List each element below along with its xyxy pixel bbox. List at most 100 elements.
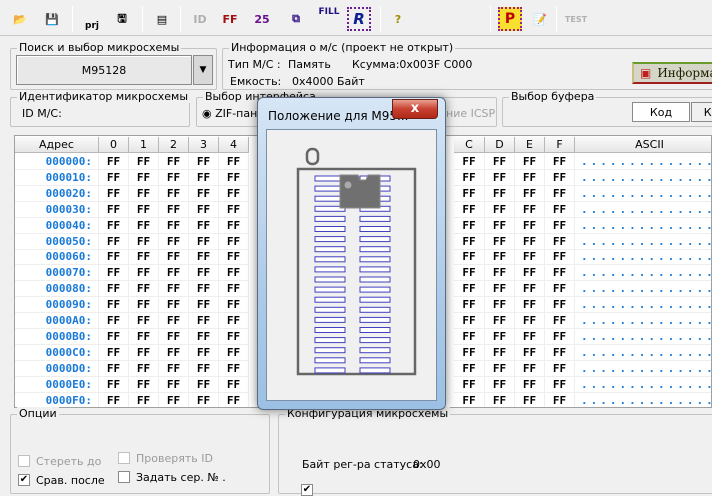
hex-cell[interactable]: FF [515, 154, 545, 170]
ascii-cell[interactable]: ................ [575, 377, 711, 393]
hex-cell[interactable]: FF [545, 233, 575, 250]
hex-cell[interactable]: FF [515, 328, 545, 345]
hex-cell[interactable]: FF [189, 265, 219, 282]
hex-cell[interactable]: FF [219, 169, 249, 186]
address-cell[interactable]: 0000C0: [15, 344, 99, 361]
hex-cell[interactable]: FF [159, 360, 189, 377]
hex-cell[interactable]: FF [129, 297, 159, 314]
hex-cell[interactable]: FF [454, 154, 485, 170]
ascii-cell[interactable]: ................ [575, 170, 711, 186]
hex-cell[interactable]: FF [545, 392, 575, 407]
hex-cell[interactable]: FF [189, 154, 219, 170]
zif-radio[interactable]: ◉ ZIF-пан [202, 107, 257, 120]
save-icon[interactable]: 💾 [40, 7, 64, 31]
ascii-cell[interactable]: ................ [575, 186, 711, 202]
hex-cell[interactable]: FF [485, 344, 515, 361]
ascii-cell[interactable]: ................ [575, 249, 711, 266]
hex-cell[interactable]: FF [545, 313, 575, 329]
address-cell[interactable]: 000070: [15, 265, 99, 282]
hex-cell[interactable]: FF [129, 233, 159, 250]
hex-cell[interactable]: FF [545, 328, 575, 345]
hex-cell[interactable]: FF [99, 233, 129, 250]
ascii-cell[interactable]: ................ [575, 361, 711, 377]
hex-cell[interactable]: FF [219, 344, 249, 361]
hex-cell[interactable]: FF [454, 217, 485, 234]
hex-cell[interactable]: FF [189, 313, 219, 329]
serial-checkbox[interactable] [118, 471, 130, 483]
config-checkbox[interactable]: ✔ [301, 484, 313, 496]
address-cell[interactable]: 000090: [15, 297, 99, 314]
address-cell[interactable]: 0000A0: [15, 313, 99, 329]
hex-cell[interactable]: FF [454, 281, 485, 298]
hex-cell[interactable]: FF [515, 313, 545, 329]
hex-cell[interactable]: FF [485, 297, 515, 314]
ascii-cell[interactable]: ................ [575, 313, 711, 329]
hex-cell[interactable]: FF [159, 297, 189, 314]
hex-cell[interactable]: FF [545, 185, 575, 202]
hex-cell[interactable]: FF [545, 265, 575, 282]
hex-cell[interactable]: FF [545, 217, 575, 234]
address-cell[interactable]: 000030: [15, 201, 99, 218]
hex-cell[interactable]: FF [129, 201, 159, 218]
address-cell[interactable]: 000040: [15, 217, 99, 234]
hex-cell[interactable]: FF [454, 297, 485, 314]
hex-cell[interactable]: FF [515, 392, 545, 407]
hex-cell[interactable]: FF [545, 154, 575, 170]
address-cell[interactable]: 0000F0: [15, 392, 99, 407]
save-project-icon[interactable]: 🖫 [110, 7, 134, 31]
hex-cell[interactable]: FF [189, 328, 219, 345]
hex-cell[interactable]: FF [219, 233, 249, 250]
hex-cell[interactable]: FF [129, 249, 159, 266]
hex-cell[interactable]: FF [219, 281, 249, 298]
hex-cell[interactable]: FF [485, 328, 515, 345]
hex-cell[interactable]: FF [485, 185, 515, 202]
hex-cell[interactable]: FF [159, 376, 189, 393]
hex-cell[interactable]: FF [189, 233, 219, 250]
hex-cell[interactable]: FF [485, 376, 515, 393]
hex-cell[interactable]: FF [159, 169, 189, 186]
hex-cell[interactable]: FF [545, 360, 575, 377]
info-button[interactable]: ▣ Информа [632, 62, 712, 84]
hex-cell[interactable]: FF [189, 281, 219, 298]
hex-cell[interactable]: FF [454, 392, 485, 407]
help-icon[interactable]: ? [386, 7, 410, 31]
hex-cell[interactable]: FF [515, 265, 545, 282]
hex-cell[interactable]: FF [545, 344, 575, 361]
hex-cell[interactable]: FF [99, 185, 129, 202]
hex-cell[interactable]: FF [99, 265, 129, 282]
hex-cell[interactable]: FF [129, 265, 159, 282]
address-cell[interactable]: 0000B0: [15, 328, 99, 345]
hex-cell[interactable]: FF [99, 169, 129, 186]
hex-cell[interactable]: FF [545, 169, 575, 186]
ascii-cell[interactable]: ................ [575, 154, 711, 170]
hex-cell[interactable]: FF [515, 249, 545, 266]
hex-cell[interactable]: FF [219, 217, 249, 234]
hex-cell[interactable]: FF [189, 185, 219, 202]
hex-cell[interactable]: FF [219, 376, 249, 393]
hex-cell[interactable]: FF [454, 249, 485, 266]
address-cell[interactable]: 0000E0: [15, 376, 99, 393]
hex-cell[interactable]: FF [485, 249, 515, 266]
address-cell[interactable]: 000010: [15, 169, 99, 186]
hex-cell[interactable]: FF [545, 281, 575, 298]
fill-icon[interactable]: FILL [315, 7, 343, 31]
hex-cell[interactable]: FF [189, 201, 219, 218]
hex-cell[interactable]: FF [189, 169, 219, 186]
hex-cell[interactable]: FF [545, 297, 575, 314]
hex-cell[interactable]: FF [159, 328, 189, 345]
read-icon[interactable]: R [347, 7, 371, 31]
address-cell[interactable]: 000060: [15, 249, 99, 266]
open-icon[interactable]: 📂 [8, 7, 32, 31]
hex-cell[interactable]: FF [129, 376, 159, 393]
hex-cell[interactable]: FF [99, 154, 129, 170]
hex-cell[interactable]: FF [129, 360, 159, 377]
address-cell[interactable]: 000080: [15, 281, 99, 298]
hex-cell[interactable]: FF [454, 360, 485, 377]
hex-cell[interactable]: FF [189, 392, 219, 407]
hex-cell[interactable]: FF [219, 265, 249, 282]
hex-cell[interactable]: FF [515, 185, 545, 202]
hex-cell[interactable]: FF [485, 233, 515, 250]
hex-cell[interactable]: FF [159, 344, 189, 361]
hex-cell[interactable]: FF [99, 249, 129, 266]
hex-cell[interactable]: FF [99, 328, 129, 345]
